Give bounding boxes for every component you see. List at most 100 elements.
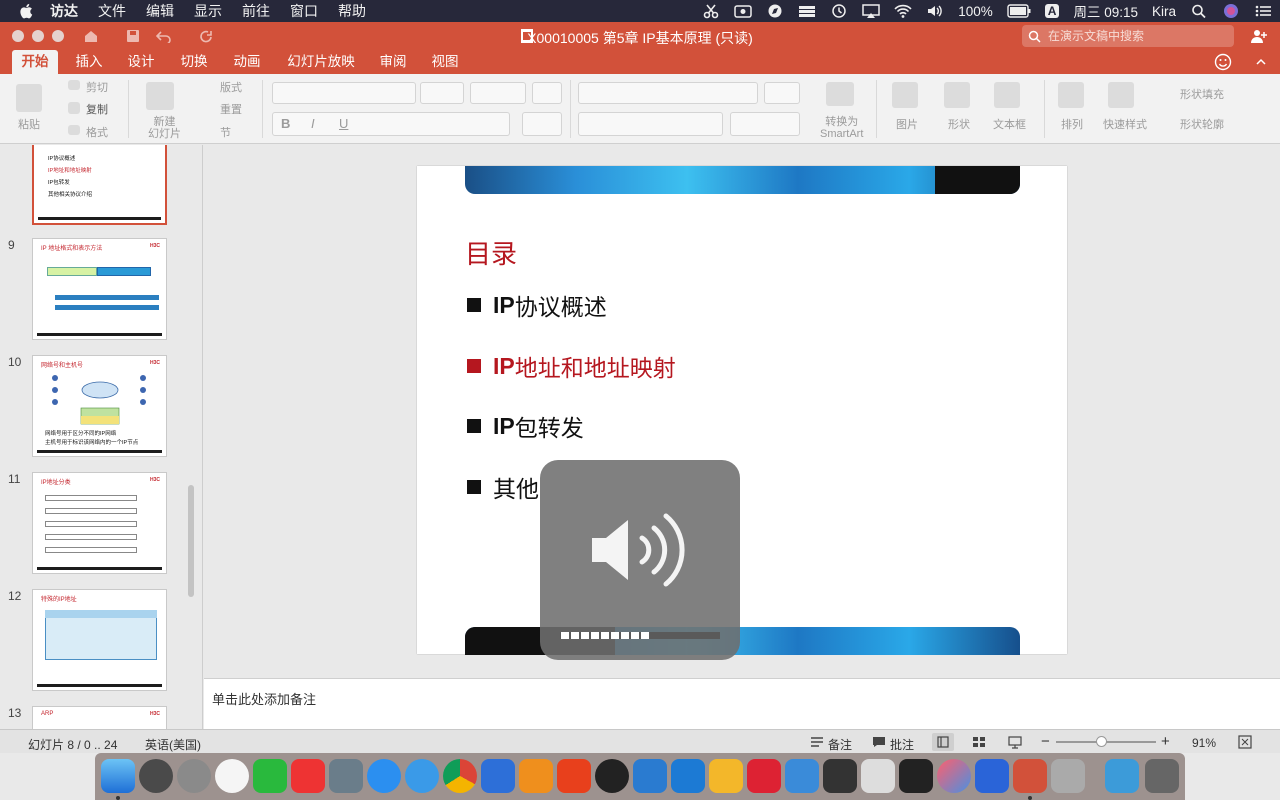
shape-fill-button[interactable]: 形状填充 [1180,86,1224,102]
parallels-icon[interactable] [747,759,781,793]
window-app-icon[interactable] [861,759,895,793]
menu-app-finder[interactable]: 访达 [50,1,78,21]
clear-format-button[interactable] [532,82,562,104]
terminal-icon[interactable] [899,759,933,793]
italic-button[interactable]: I [311,116,315,131]
photo-app-icon[interactable] [329,759,363,793]
time-machine-icon[interactable] [830,3,848,19]
convert-smartart-button[interactable]: 转换为 SmartArt [820,116,863,140]
language-indicator[interactable]: 英语(美国) [145,736,201,753]
tab-slideshow[interactable]: 幻灯片放映 [282,50,360,74]
paste-button[interactable]: 粘贴 [18,116,40,132]
alignment-group[interactable] [578,112,723,136]
honey-app-icon[interactable] [709,759,743,793]
shark-app-icon[interactable] [633,759,667,793]
zoom-level[interactable]: 91% [1192,736,1216,750]
fit-to-window-icon[interactable] [1238,735,1252,749]
vector-logo-icon[interactable] [937,759,971,793]
reset-button[interactable]: 重置 [220,101,242,117]
menu-edit[interactable]: 编辑 [146,1,174,21]
dark-app-icon[interactable] [823,759,857,793]
menu-file[interactable]: 文件 [98,1,126,21]
volume-icon[interactable] [926,3,944,19]
notes-toggle-button[interactable]: 备注 [828,736,852,753]
zoom-out-button[interactable]: − [1041,733,1050,750]
wifi-icon[interactable] [894,3,912,19]
zoom-in-button[interactable]: + [1161,733,1170,750]
font-grow-shrink[interactable] [470,82,526,104]
tab-review[interactable]: 审阅 [370,50,416,74]
vector-app-icon[interactable] [557,759,591,793]
smartart-icon[interactable] [826,82,854,106]
cloud-app-icon[interactable] [405,759,439,793]
smiley-feedback-icon[interactable] [1214,53,1232,71]
toc-item[interactable]: IP 协议概述 [467,288,607,322]
layout-button[interactable]: 版式 [220,79,242,95]
comments-toggle-button[interactable]: 批注 [890,736,914,753]
copy-button[interactable]: 复制 [86,101,108,117]
picture-button[interactable]: 图片 [896,116,918,132]
font-name-select[interactable] [272,82,416,104]
tab-animations[interactable]: 动画 [224,50,270,74]
columns-select[interactable] [730,112,800,136]
new-slide-button[interactable]: 新建 幻灯片 [148,116,181,140]
finder-icon[interactable] [101,759,135,793]
quick-styles-button[interactable]: 快速样式 [1103,116,1147,132]
shape-button[interactable]: 形状 [948,116,970,132]
slide-thumbnail-13[interactable]: ARP H3C [32,706,167,729]
shape-icon[interactable] [944,82,970,108]
slideshow-view-icon[interactable] [1008,735,1022,749]
paste-icon[interactable] [16,84,42,112]
baidu-netdisk-icon[interactable] [481,759,515,793]
new-slide-icon[interactable] [146,82,174,110]
slide-sorter-icon[interactable] [972,736,986,748]
font-style-group[interactable] [272,112,510,136]
sublime-text-icon[interactable] [519,759,553,793]
slide-thumbnail-10[interactable]: 网络号和主机号 H3C 网络号用于区分不同的IP网络 主机号用于标识该网络内的一… [32,355,167,457]
section-button[interactable]: 节 [220,124,231,140]
trash-icon[interactable] [1145,759,1179,793]
airplay-icon[interactable] [862,3,880,19]
menu-go[interactable]: 前往 [242,1,270,21]
vscode-icon[interactable] [671,759,705,793]
slide-thumbnail-8[interactable]: IP协议概述 IP地址和地址映射 IP包转发 其他相关协议介绍 [32,145,167,225]
input-method-indicator[interactable]: A [1044,4,1060,18]
tab-home[interactable]: 开始 [12,50,58,74]
preview-icon[interactable] [1051,759,1085,793]
slide-thumbnail-12[interactable]: 特殊的IP地址 [32,589,167,691]
slide-thumbnail-11[interactable]: IP地址分类 H3C [32,472,167,574]
battery-icon[interactable] [1007,4,1031,18]
safari-icon[interactable] [367,759,401,793]
slide-title[interactable]: 目录 [465,234,517,271]
arrange-icon[interactable] [1058,82,1084,108]
apple-icon[interactable] [18,2,36,20]
share-person-icon[interactable] [1250,28,1268,44]
toc-item-active[interactable]: IP 地址和地址映射 [467,349,676,383]
current-slide[interactable]: 目录 IP 协议概述 IP 地址和地址映射 IP 包转发 其他 [417,166,1067,655]
wechat-icon[interactable] [253,759,287,793]
collapse-ribbon-icon[interactable] [1256,58,1266,66]
font-color-button[interactable] [522,112,562,136]
tab-design[interactable]: 设计 [118,50,164,74]
siri-icon[interactable] [1222,3,1240,19]
menubar-user[interactable]: Kira [1152,4,1176,19]
toc-item[interactable]: 其他 [467,470,539,504]
tab-insert[interactable]: 插入 [66,50,112,74]
scissors-icon[interactable] [702,3,720,19]
underline-button[interactable]: U [339,116,348,131]
line-spacing-select[interactable] [764,82,800,104]
downloads-folder-icon[interactable] [1105,759,1139,793]
menubar-clock[interactable]: 周三 09:15 [1073,1,1138,21]
paragraph-list-group[interactable] [578,82,758,104]
screen-record-icon[interactable] [734,3,752,19]
cut-button[interactable]: 剪切 [86,79,108,95]
wps-icon[interactable] [975,759,1009,793]
font-size-select[interactable] [420,82,464,104]
system-preferences-icon[interactable] [177,759,211,793]
remote-desktop-icon[interactable] [785,759,819,793]
picture-icon[interactable] [892,82,918,108]
cc-app-icon[interactable] [595,759,629,793]
launchpad-icon[interactable] [139,759,173,793]
powerpoint-icon[interactable] [1013,759,1047,793]
menu-help[interactable]: 帮助 [338,1,366,21]
